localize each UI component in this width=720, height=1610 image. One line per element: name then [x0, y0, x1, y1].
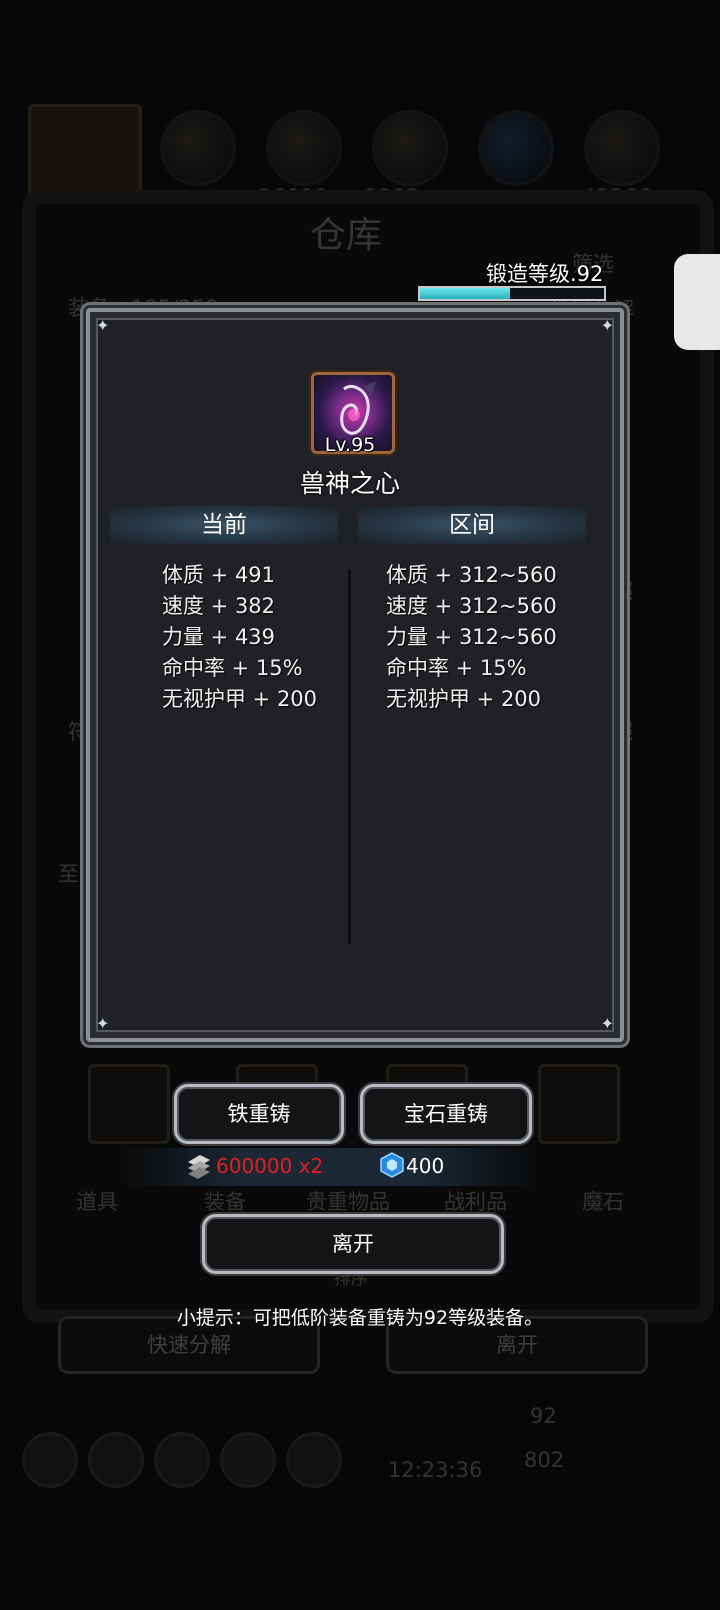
range-stat: 体质 + 312~560 [386, 563, 557, 587]
background-tab[interactable]: 战利品 [444, 1186, 507, 1216]
range-stat: 命中率 + 15% [386, 656, 527, 680]
iron-recast-label: 铁重铸 [227, 1102, 291, 1126]
forge-progress-bar [418, 286, 606, 301]
gem-recast-label: 宝石重铸 [404, 1102, 488, 1126]
iron-recast-button[interactable]: 铁重铸 [174, 1084, 344, 1144]
leave-button[interactable]: 离开 [202, 1214, 504, 1274]
current-stat: 力量 + 439 [162, 625, 276, 649]
corner-ornament-icon: ✦ [600, 1014, 614, 1033]
current-stats-header: 当前 [110, 506, 338, 544]
corner-ornament-icon: ✦ [96, 316, 110, 335]
range-stat: 速度 + 312~560 [386, 594, 557, 618]
range-stat: 力量 + 312~560 [386, 625, 557, 649]
background-window-title: 仓库 [310, 215, 383, 256]
background-menu-icon[interactable] [22, 1432, 78, 1488]
background-menu-icon[interactable] [286, 1432, 342, 1488]
background-skill-icon [478, 110, 554, 186]
gem-icon [380, 1152, 404, 1182]
stats-divider [348, 570, 351, 944]
background-tab[interactable]: 魔石 [582, 1186, 624, 1216]
background-count: 92 [530, 1404, 557, 1428]
background-skill-icon [266, 110, 342, 186]
background-menu-icon[interactable] [154, 1432, 210, 1488]
gem-recast-button[interactable]: 宝石重铸 [360, 1084, 532, 1144]
current-stat: 命中率 + 15% [162, 656, 303, 680]
background-count: 802 [524, 1448, 565, 1472]
forge-level-label: 锻造等级.92 [486, 262, 604, 286]
forge-progress-fill [420, 288, 511, 299]
current-stat: 无视护甲 + 200 [162, 687, 318, 711]
range-stats-header: 区间 [358, 506, 586, 544]
background-tab[interactable]: 装备 [204, 1186, 246, 1216]
cost-row [120, 1148, 540, 1186]
iron-cost: 600000 x2 [216, 1154, 324, 1178]
item-level: Lv.95 [324, 434, 376, 456]
background-skill-icon [372, 110, 448, 186]
gem-cost: 400 [406, 1154, 445, 1178]
background-skill-icon [584, 110, 660, 186]
corner-ornament-icon: ✦ [600, 316, 614, 335]
background-tab[interactable]: 道具 [76, 1186, 118, 1216]
background-clock: 12:23:36 [388, 1458, 483, 1482]
tip-text: 小提示：可把低阶装备重铸为92等级装备。 [176, 1307, 544, 1329]
current-stat: 速度 + 382 [162, 594, 276, 618]
background-tab[interactable]: 贵重物品 [306, 1186, 390, 1216]
item-name: 兽神之心 [299, 469, 400, 498]
background-item-slot[interactable] [88, 1064, 170, 1144]
leave-label: 离开 [332, 1232, 374, 1256]
background-skill-icon [160, 110, 236, 186]
side-app-tab[interactable] [674, 254, 720, 350]
iron-ingot-icon [186, 1152, 212, 1184]
range-stat: 无视护甲 + 200 [386, 687, 542, 711]
background-menu-icon[interactable] [220, 1432, 276, 1488]
current-stat: 体质 + 491 [162, 563, 276, 587]
background-menu-icon[interactable] [88, 1432, 144, 1488]
background-item-slot[interactable] [538, 1064, 620, 1144]
corner-ornament-icon: ✦ [96, 1014, 110, 1033]
